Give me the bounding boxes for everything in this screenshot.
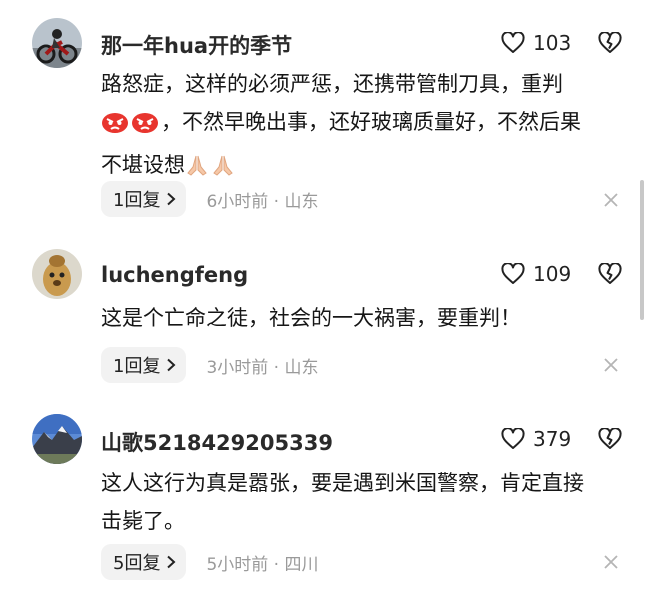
close-icon[interactable]: [603, 357, 619, 373]
chevron-right-icon: [166, 555, 176, 569]
comment-meta: 1回复 6小时前 · 山东: [101, 181, 318, 217]
close-icon[interactable]: [603, 554, 619, 570]
comment-text-line: ，不然早晚出事，还好玻璃质量好，不然后果: [101, 103, 621, 146]
username[interactable]: luchengfeng: [101, 263, 248, 287]
like-count: 109: [533, 262, 572, 286]
comment-text-line-start: 不堪设想: [101, 153, 185, 177]
reply-count: 1回复: [113, 356, 161, 377]
chevron-right-icon: [166, 358, 176, 372]
comment-text-line: 路怒症，这样的必须严惩，还携带管制刀具，重判: [101, 72, 563, 96]
like-count: 103: [533, 31, 572, 55]
heart-outline-icon[interactable]: [501, 428, 525, 450]
angry-face-icon: [131, 108, 159, 146]
like-button[interactable]: 109: [501, 262, 571, 286]
reply-count: 1回复: [113, 190, 161, 211]
reply-button[interactable]: 1回复: [101, 347, 187, 383]
comment-text: 路怒症，这样的必须严惩，还携带管制刀具，重判 ，不然早晚出事，还好玻璃质量好，不…: [101, 65, 621, 189]
chevron-right-icon: [166, 192, 176, 206]
timestamp-location: 6小时前 · 山东: [206, 191, 319, 212]
avatar[interactable]: [32, 249, 82, 299]
heart-outline-icon[interactable]: [501, 32, 525, 54]
comment-meta: 5回复 5小时前 · 四川: [101, 544, 318, 580]
comment-text-line: 这人这行为真是嚣张，要是遇到米国警察，肯定直接: [101, 471, 584, 495]
heart-outline-icon[interactable]: [501, 263, 525, 285]
reply-button[interactable]: 5回复: [101, 544, 187, 580]
comment-text-line-rest: ，不然早晚出事，还好玻璃质量好，不然后果: [161, 110, 581, 134]
comment-text: 这人这行为真是嚣张，要是遇到米国警察，肯定直接 击毙了。: [101, 464, 621, 540]
timestamp-location: 5小时前 · 四川: [206, 554, 319, 575]
comment-meta: 1回复 3小时前 · 山东: [101, 347, 318, 383]
scrollbar[interactable]: [640, 180, 644, 320]
reply-count: 5回复: [113, 553, 161, 574]
like-count: 379: [533, 427, 572, 451]
like-button[interactable]: 379: [501, 427, 571, 451]
username[interactable]: 那一年hua开的季节: [101, 30, 292, 60]
comment-text-line: 击毙了。: [101, 509, 185, 533]
broken-heart-outline-icon[interactable]: [598, 428, 622, 450]
close-icon[interactable]: [603, 192, 619, 208]
broken-heart-outline-icon[interactable]: [598, 32, 622, 54]
timestamp-location: 3小时前 · 山东: [206, 357, 319, 378]
avatar[interactable]: [32, 18, 82, 68]
like-button[interactable]: 103: [501, 31, 571, 55]
broken-heart-outline-icon[interactable]: [598, 263, 622, 285]
avatar[interactable]: [32, 414, 82, 464]
comment-text-line: 这是个亡命之徒，社会的一大祸害，要重判！: [101, 306, 521, 330]
comment-text: 这是个亡命之徒，社会的一大祸害，要重判！: [101, 299, 621, 337]
username[interactable]: 山歌5218429205339: [101, 427, 333, 457]
angry-face-icon: [101, 108, 129, 146]
reply-button[interactable]: 1回复: [101, 181, 187, 217]
